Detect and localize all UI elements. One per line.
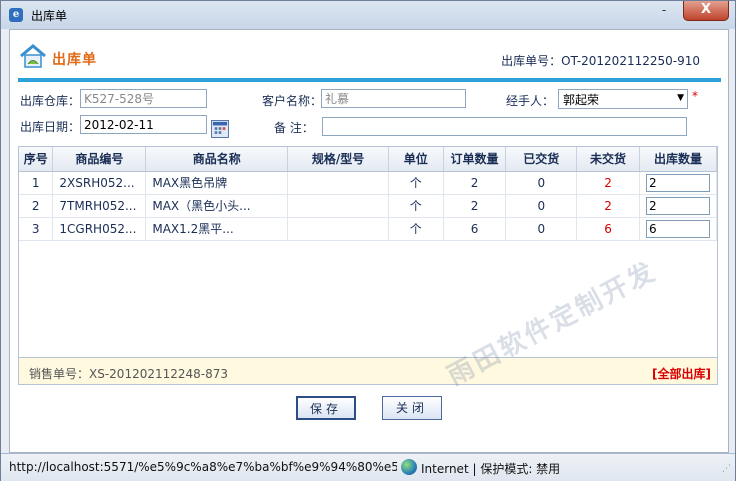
- col-header[interactable]: 出库数量: [639, 147, 718, 172]
- outbound-qty-input[interactable]: [645, 196, 710, 215]
- status-bar: http://localhost:5571/%e5%9c%a8%e7%ba%bf…: [1, 453, 735, 481]
- col-header[interactable]: 序号: [19, 147, 54, 172]
- security-zone: Internet | 保护模式: 禁用: [421, 462, 561, 476]
- product-code: 1CGRH052...: [52, 217, 147, 241]
- col-header[interactable]: 商品编号: [52, 147, 147, 172]
- ordered-qty: 2: [443, 171, 507, 195]
- outbound-qty-cell: [639, 171, 718, 195]
- col-header[interactable]: 已交货: [505, 147, 578, 172]
- dropdown-arrow-icon: ▼: [677, 93, 684, 103]
- col-header[interactable]: 订单数量: [443, 147, 507, 172]
- delivered-qty: 0: [505, 171, 578, 195]
- product-unit: 个: [388, 171, 444, 195]
- dialog-window: e 出库单 - X 出库单 出库单号：OT-201202112250-910 出…: [0, 0, 736, 481]
- handler-label: 经手人：: [506, 94, 555, 108]
- all-outbound-link[interactable]: [全部出库]: [652, 365, 711, 382]
- header-divider: [18, 78, 721, 82]
- outbound-qty-input[interactable]: [645, 219, 710, 238]
- save-button[interactable]: 保存: [296, 396, 356, 420]
- status-url: http://localhost:5571/%e5%9c%a8%e7%ba%bf…: [9, 460, 397, 474]
- form-panel: 出库单 出库单号：OT-201202112250-910 出库仓库： 客户名称：…: [9, 29, 729, 453]
- product-name: MAX黑色吊牌: [145, 171, 289, 195]
- close-button[interactable]: 关闭: [382, 396, 442, 420]
- col-header[interactable]: 商品名称: [145, 147, 289, 172]
- product-table: 序号 商品编号 商品名称 规格/型号 单位 订单数量 已交货 未交货 出库数量 …: [18, 146, 718, 358]
- ordered-qty: 6: [443, 217, 507, 241]
- ie-icon: e: [9, 8, 23, 22]
- globe-icon: [401, 459, 417, 475]
- undelivered-qty: 2: [576, 171, 640, 195]
- table-row[interactable]: 3 1CGRH052... MAX1.2黑平... 个 6 0 6: [19, 217, 718, 241]
- undelivered-qty: 6: [576, 217, 640, 241]
- row-number: 2: [19, 194, 54, 218]
- table-header-row: 序号 商品编号 商品名称 规格/型号 单位 订单数量 已交货 未交货 出库数量: [19, 147, 718, 172]
- close-window-button[interactable]: X: [683, 1, 729, 21]
- sales-order-number: 销售单号：XS-201202112248-873: [29, 367, 229, 381]
- col-header[interactable]: 规格/型号: [287, 147, 389, 172]
- date-label: 出库日期：: [20, 120, 81, 134]
- product-spec: [287, 217, 389, 241]
- home-icon: [20, 44, 46, 68]
- outbound-qty-cell: [639, 217, 718, 241]
- ordered-qty: 2: [443, 194, 507, 218]
- product-code: 2XSRH052...: [52, 171, 147, 195]
- form-header: 出库单 出库单号：OT-201202112250-910: [10, 30, 728, 80]
- customer-input[interactable]: [321, 89, 466, 108]
- product-name: MAX（黑色小头...: [145, 194, 289, 218]
- required-mark: *: [692, 89, 698, 103]
- page-title: 出库单: [52, 52, 97, 68]
- order-number: 出库单号：OT-201202112250-910: [501, 54, 700, 68]
- table-row[interactable]: 2 7TMRH052... MAX（黑色小头... 个 2 0 2: [19, 194, 718, 218]
- date-input[interactable]: [80, 115, 207, 134]
- outbound-qty-input[interactable]: [645, 173, 710, 192]
- warehouse-label: 出库仓库：: [20, 94, 81, 108]
- undelivered-qty: 2: [576, 194, 640, 218]
- title-bar: e 出库单 - X: [1, 1, 735, 29]
- delivered-qty: 0: [505, 194, 578, 218]
- product-code: 7TMRH052...: [52, 194, 147, 218]
- warehouse-input[interactable]: [80, 89, 207, 108]
- col-header[interactable]: 未交货: [576, 147, 640, 172]
- col-header[interactable]: 单位: [388, 147, 444, 172]
- handler-selected-value: 郭起荣: [563, 93, 600, 107]
- delivered-qty: 0: [505, 217, 578, 241]
- row-number: 3: [19, 217, 54, 241]
- product-name: MAX1.2黑平...: [145, 217, 289, 241]
- table-row[interactable]: 1 2XSRH052... MAX黑色吊牌 个 2 0 2: [19, 171, 718, 195]
- row-number: 1: [19, 171, 54, 195]
- customer-label: 客户名称：: [262, 94, 323, 108]
- remark-label: 备 注：: [274, 121, 314, 135]
- sales-order-bar: 销售单号：XS-201202112248-873 [全部出库]: [18, 357, 718, 385]
- product-unit: 个: [388, 194, 444, 218]
- minimize-button[interactable]: -: [651, 3, 677, 21]
- product-unit: 个: [388, 217, 444, 241]
- product-spec: [287, 171, 389, 195]
- calendar-icon[interactable]: [211, 120, 229, 138]
- window-title: 出库单: [31, 9, 68, 23]
- resize-grip-icon[interactable]: ⋰: [722, 464, 731, 474]
- outbound-qty-cell: [639, 194, 718, 218]
- handler-select[interactable]: 郭起荣 ▼: [558, 89, 688, 109]
- remark-input[interactable]: [322, 117, 687, 136]
- product-spec: [287, 194, 389, 218]
